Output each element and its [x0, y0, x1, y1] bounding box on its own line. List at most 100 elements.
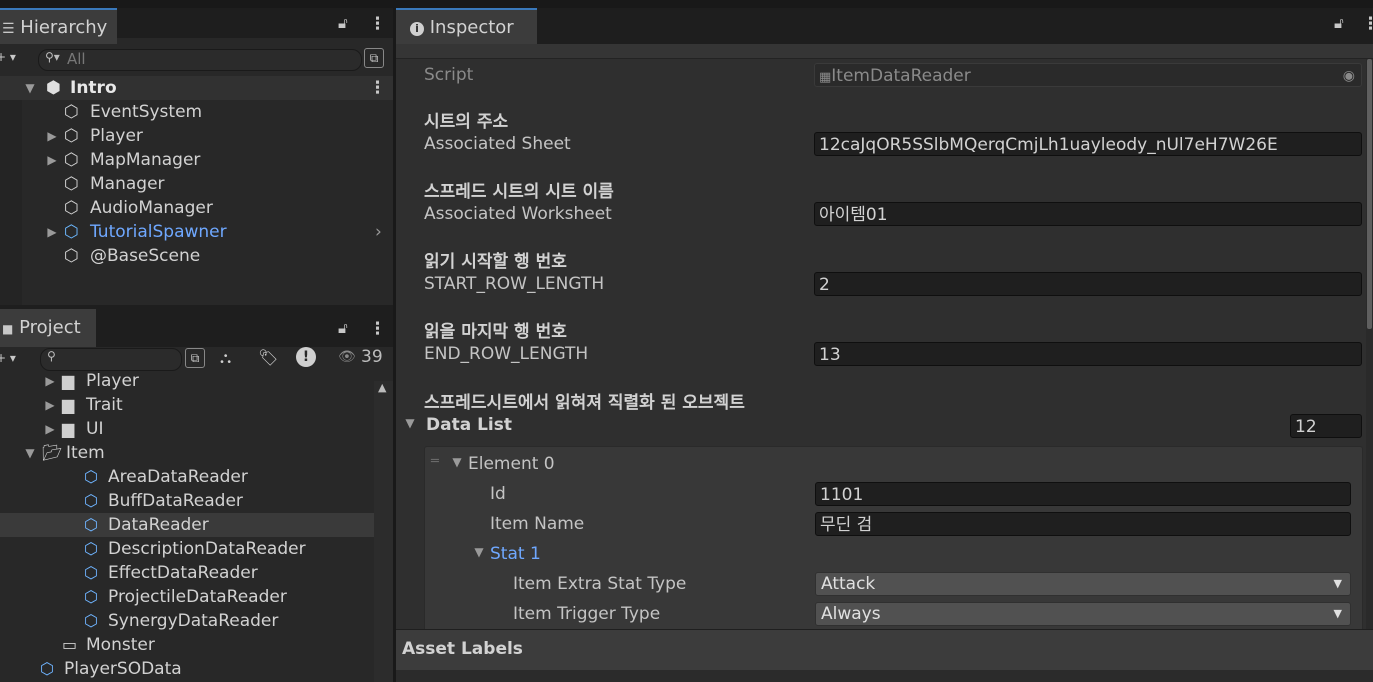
tab-inspector[interactable]: i Inspector	[396, 8, 537, 44]
id-label: Id	[490, 484, 506, 504]
script-value: ItemDataReader	[831, 66, 971, 86]
more-vert-icon[interactable]: ⋮	[369, 14, 386, 34]
project-item[interactable]: ▼ 📂︎ Item	[0, 441, 374, 465]
project-panel: ■ Project 🔓︎ ⋮ + ▾ ⚲ ⧉ ⛬ 🏷︎ ! 👁︎ 39 ▶ ▆ Pl…	[0, 305, 393, 682]
project-item[interactable]: ⬡ AreaDataReader	[0, 465, 374, 489]
trigger-type-label: Item Trigger Type	[513, 604, 661, 624]
section-field-input[interactable]: 12caJqOR5SSlbMQerqCmjLh1uayleody_nUl7eH7…	[814, 132, 1362, 156]
expand-arrow-icon[interactable]: ▶	[44, 148, 60, 172]
hierarchy-item-label: AudioManager	[90, 198, 213, 218]
item-name-field[interactable]: 무딘 검	[815, 512, 1351, 536]
project-item-label: Player	[86, 373, 139, 391]
create-dropdown-icon[interactable]: + ▾	[0, 50, 16, 64]
folder-empty-icon: ▭	[62, 635, 78, 654]
project-scrollbar[interactable]: ▲	[374, 381, 393, 682]
lock-icon[interactable]: 🔓︎	[338, 14, 348, 32]
section-field-input[interactable]: 2	[814, 272, 1362, 296]
hierarchy-item-label: Manager	[90, 174, 165, 194]
hierarchy-search-input[interactable]: ⚲▾ All	[38, 49, 362, 71]
hierarchy-search-mode-button[interactable]: ⧉	[364, 48, 384, 68]
project-item[interactable]: ⬡ PlayerSOData	[0, 657, 374, 681]
section-field-input[interactable]: 13	[814, 342, 1362, 366]
asset-labels-bar[interactable]: Asset Labels	[396, 629, 1373, 670]
data-list-label[interactable]: Data List	[426, 415, 512, 435]
hierarchy-item[interactable]: ▶ ⬡ TutorialSpawner ›	[0, 220, 393, 244]
expand-arrow-icon[interactable]: ▶	[44, 220, 60, 244]
expand-arrow-icon[interactable]: ▶	[44, 124, 60, 148]
folder-open-icon: 📂︎	[42, 443, 63, 462]
section-header: 읽을 마지막 행 번호	[424, 322, 567, 342]
project-item-label: AreaDataReader	[108, 467, 248, 487]
scriptable-object-icon: ⬡	[84, 539, 98, 558]
trigger-type-dropdown[interactable]: Always ▼	[815, 602, 1351, 626]
stat-fold-icon[interactable]: ▼	[471, 545, 487, 559]
project-item[interactable]: ▶ ▆ Player	[0, 373, 374, 393]
project-item-label: BuffDataReader	[108, 491, 243, 511]
tab-hierarchy[interactable]: ☰ Hierarchy	[0, 8, 117, 44]
expand-arrow-icon[interactable]: ▶	[42, 417, 58, 441]
hierarchy-item[interactable]: ⬡ AudioManager	[0, 196, 393, 220]
scriptable-object-icon: ⬡	[40, 659, 54, 678]
folder-icon: ▆	[62, 395, 75, 414]
drag-handle-icon[interactable]: ═	[431, 454, 439, 469]
inspector-panel: i Inspector 🔓︎ ⋮ Script ▦ItemDataReader …	[396, 0, 1373, 682]
more-vert-icon[interactable]: ⋮	[1362, 14, 1373, 34]
scene-menu-icon[interactable]: ⋮	[369, 76, 386, 100]
hierarchy-item-label: TutorialSpawner	[90, 222, 227, 242]
hierarchy-item[interactable]: ⬡ @BaseScene	[0, 244, 393, 268]
stat-type-dropdown[interactable]: Attack ▼	[815, 572, 1351, 596]
scene-row[interactable]: ▼ ⬢ Intro ⋮	[0, 76, 393, 100]
expand-arrow-icon[interactable]: ▼	[22, 76, 38, 100]
expand-arrow-icon[interactable]: ▶	[42, 393, 58, 417]
project-item[interactable]: ⬡ ProjectileDataReader	[0, 585, 374, 609]
project-search-input[interactable]: ⚲	[40, 348, 182, 371]
expand-arrow-icon[interactable]: ▼	[22, 441, 38, 465]
hidden-packages-eye-icon[interactable]: 👁︎	[338, 349, 356, 365]
trigger-type-value: Always	[821, 604, 881, 624]
project-item[interactable]: ⬡ BuffDataReader	[0, 489, 374, 513]
filter-by-label-icon[interactable]: 🏷︎	[258, 348, 278, 367]
id-field[interactable]: 1101	[815, 482, 1351, 506]
gameobject-cube-icon: ⬡	[64, 126, 79, 146]
hierarchy-item-label: MapManager	[90, 150, 201, 170]
script-label: Script	[424, 65, 474, 85]
project-item[interactable]: ▭ Monster	[0, 633, 374, 657]
project-item-label: Item	[66, 443, 105, 463]
data-list-fold-icon[interactable]: ▼	[402, 416, 418, 430]
hierarchy-item[interactable]: ▶ ⬡ Player	[0, 124, 393, 148]
element-fold-icon[interactable]: ▼	[449, 455, 465, 469]
project-item[interactable]: ⬡ DescriptionDataReader	[0, 537, 374, 561]
search-icon: ⚲▾	[45, 50, 60, 64]
hamburger-icon: ☰	[2, 21, 15, 37]
stat-label[interactable]: Stat 1	[490, 544, 541, 564]
scriptable-object-icon: ⬡	[84, 587, 98, 606]
project-item[interactable]: ▶ ▆ Trait	[0, 393, 374, 417]
more-vert-icon[interactable]: ⋮	[369, 319, 386, 339]
project-item[interactable]: ▶ ▆ UI	[0, 417, 374, 441]
search-mode-button[interactable]: ⧉	[185, 348, 205, 368]
data-list-size-field[interactable]: 12	[1290, 414, 1362, 438]
chevron-right-icon[interactable]: ›	[375, 220, 382, 244]
folder-icon: ▆	[62, 419, 75, 438]
hierarchy-item[interactable]: ⬡ EventSystem	[0, 100, 393, 124]
project-item[interactable]: ⬡ SynergyDataReader	[0, 609, 374, 633]
info-icon: i	[410, 22, 424, 36]
inspector-scrollbar[interactable]	[1366, 59, 1373, 629]
filter-by-type-icon[interactable]: ⛬	[220, 348, 231, 368]
lock-icon[interactable]: 🔓︎	[1334, 14, 1344, 32]
expand-arrow-icon[interactable]: ▶	[42, 373, 58, 393]
object-picker-icon[interactable]: ◉	[1343, 64, 1355, 86]
section-field-input[interactable]: 아이템01	[814, 202, 1362, 226]
lock-icon[interactable]: 🔓︎	[338, 319, 348, 337]
tab-project[interactable]: ■ Project	[0, 309, 96, 347]
create-dropdown-icon[interactable]: + ▾	[0, 351, 16, 365]
scriptable-object-icon: ⬡	[84, 491, 98, 510]
hierarchy-item[interactable]: ▶ ⬡ MapManager	[0, 148, 393, 172]
element-label[interactable]: Element 0	[468, 454, 555, 474]
console-errors-icon[interactable]: !	[296, 347, 316, 367]
project-item[interactable]: ⬡ EffectDataReader	[0, 561, 374, 585]
hierarchy-item[interactable]: ⬡ Manager	[0, 172, 393, 196]
gameobject-cube-icon: ⬡	[64, 246, 79, 266]
dropdown-arrow-icon: ▼	[1333, 577, 1342, 590]
project-item[interactable]: ⬡ DataReader	[0, 513, 374, 537]
